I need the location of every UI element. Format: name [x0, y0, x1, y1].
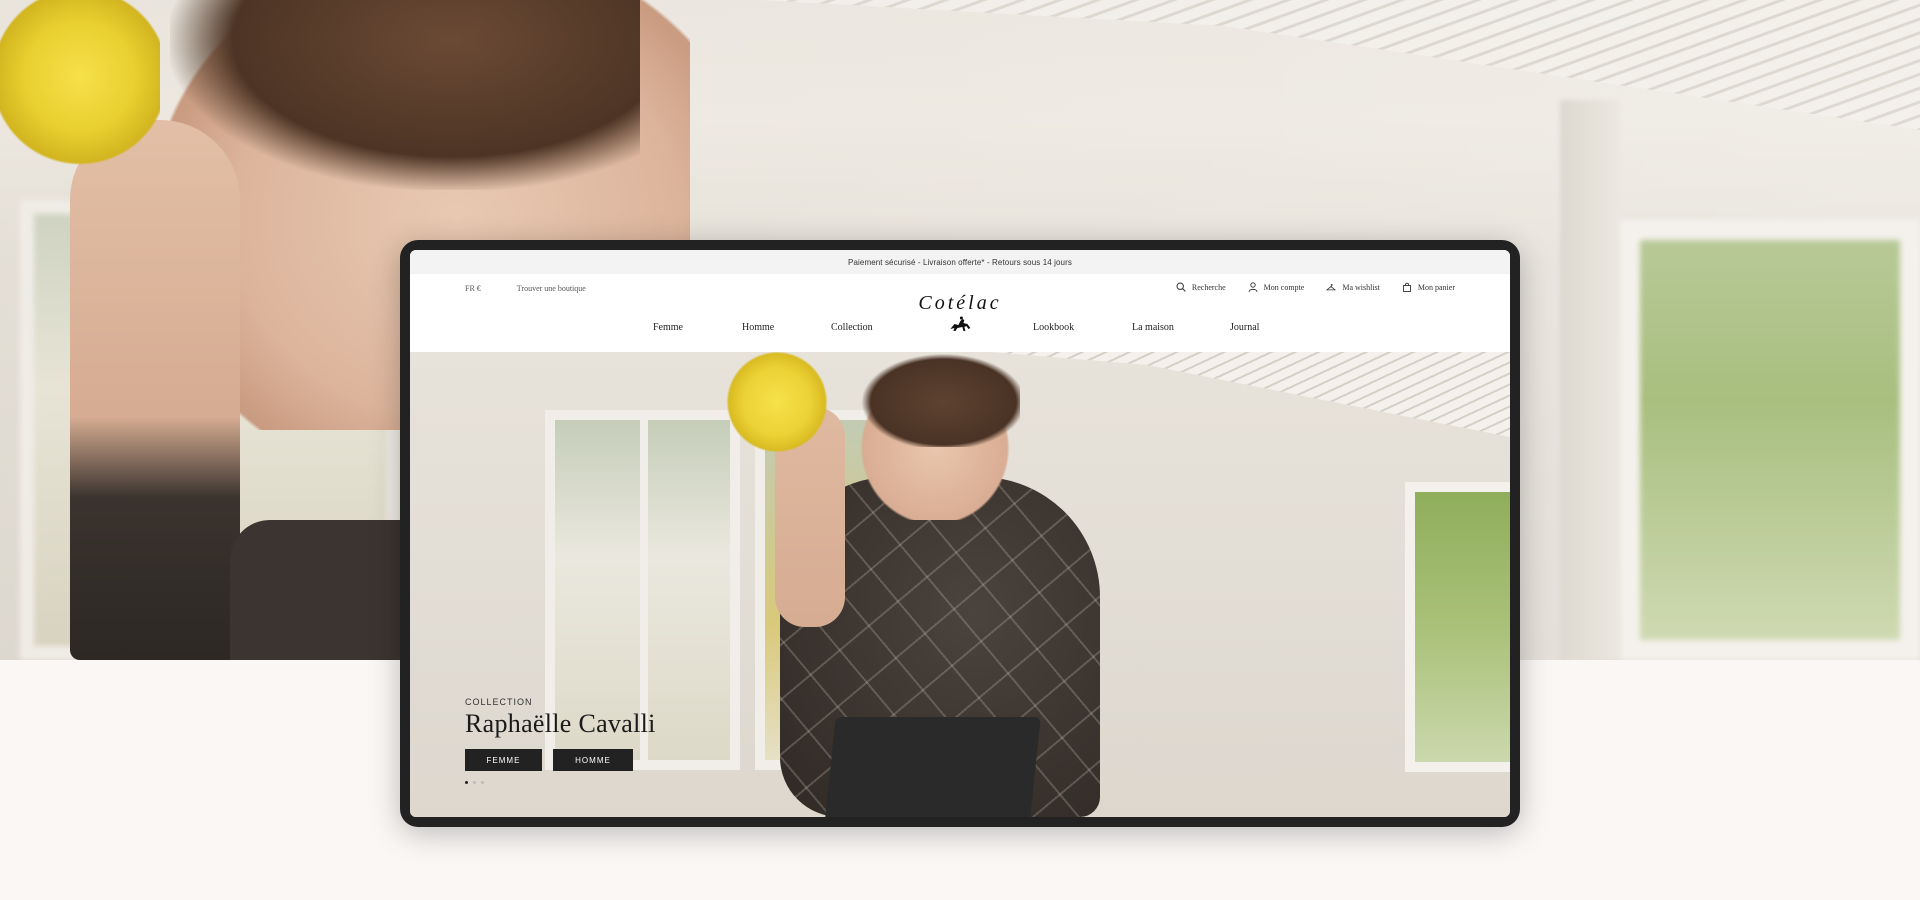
nav-item-homme[interactable]: Homme [742, 322, 774, 333]
hero-caption: COLLECTION Raphaëlle Cavalli FEMME HOMME [465, 697, 656, 784]
hanger-icon [1326, 283, 1337, 291]
hero-yellow-flower [722, 352, 832, 452]
bg-window-right [1620, 220, 1920, 660]
bg-model-arm [70, 120, 240, 660]
device-frame: Paiement sécurisé - Livraison offerte* -… [400, 240, 1520, 827]
carousel-dot-1[interactable] [465, 781, 468, 784]
search-label: Recherche [1191, 282, 1226, 292]
carousel-dot-3[interactable] [481, 781, 484, 784]
announcement-bar: Paiement sécurisé - Livraison offerte* -… [410, 250, 1510, 274]
nav-item-journal[interactable]: Journal [1230, 322, 1259, 333]
account-label: Mon compte [1263, 282, 1305, 292]
bg-wall-shadow [1560, 100, 1620, 660]
site-header: FR € Trouver une boutique Cotélac Recher… [410, 274, 1510, 352]
bg-model-hair [170, 0, 640, 190]
user-icon [1248, 282, 1258, 292]
hero-window-right [1405, 482, 1510, 772]
hero-chair [824, 717, 1041, 817]
announcement-text: Paiement sécurisé - Livraison offerte* -… [848, 257, 1072, 267]
find-store-link[interactable]: Trouver une boutique [517, 284, 586, 293]
bg-yellow-flower [0, 0, 160, 170]
hero-title: Raphaëlle Cavalli [465, 709, 656, 738]
cart-button[interactable]: Mon panier [1402, 282, 1455, 292]
hero-eyebrow: COLLECTION [465, 697, 533, 707]
carousel-dots [465, 781, 656, 784]
hero-ceiling-slats [990, 352, 1510, 437]
cart-label: Mon panier [1417, 282, 1455, 292]
nav-item-la-maison[interactable]: La maison [1132, 322, 1174, 333]
nav-item-collection[interactable]: Collection [831, 322, 873, 333]
horse-rider-icon [950, 316, 970, 331]
account-button[interactable]: Mon compte [1248, 282, 1305, 292]
wishlist-button[interactable]: Ma wishlist [1326, 282, 1380, 292]
nav-item-lookbook[interactable]: Lookbook [1033, 322, 1074, 333]
brand-logo[interactable]: Cotélac [918, 292, 1001, 333]
hero-banner: COLLECTION Raphaëlle Cavalli FEMME HOMME [410, 352, 1510, 817]
carousel-dot-2[interactable] [473, 781, 476, 784]
search-button[interactable]: Recherche [1176, 282, 1226, 292]
bg-ceiling-slats [760, 0, 1920, 130]
website-screen: Paiement sécurisé - Livraison offerte* -… [410, 250, 1510, 817]
cta-femme-button[interactable]: FEMME [465, 749, 542, 771]
bag-icon [1402, 282, 1411, 292]
search-icon [1176, 282, 1186, 292]
locale-selector[interactable]: FR € [465, 284, 481, 293]
nav-item-femme[interactable]: Femme [653, 322, 683, 333]
logo-wordmark: Cotélac [918, 292, 1002, 314]
cta-homme-button[interactable]: HOMME [553, 749, 633, 771]
hero-model-hair [850, 352, 1020, 447]
wishlist-label: Ma wishlist [1342, 282, 1380, 292]
